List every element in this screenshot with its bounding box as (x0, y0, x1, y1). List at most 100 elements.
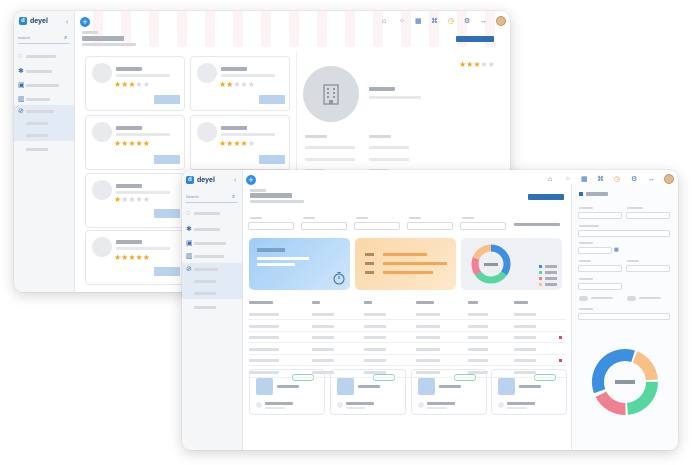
filter-input-4[interactable] (407, 222, 453, 230)
menu-icon-1[interactable]: ◌ (18, 53, 22, 60)
menu-item-4[interactable] (26, 98, 50, 101)
filter-input-3[interactable] (354, 222, 400, 230)
add-button[interactable]: + (246, 175, 256, 185)
grid-icon[interactable]: ⁘ (565, 176, 571, 183)
kpi-card-time[interactable] (249, 238, 350, 290)
menu-item-5[interactable] (26, 110, 54, 113)
submenu-item-2[interactable] (26, 134, 48, 137)
panel-select-4[interactable] (578, 283, 622, 290)
filter-input-1[interactable] (248, 222, 294, 230)
list-card-6[interactable]: ★★★★★ (85, 230, 185, 285)
filter-input-2[interactable] (301, 222, 347, 230)
menu-icon-4[interactable]: ▥ (18, 96, 25, 103)
menu-icon-4[interactable]: ▥ (186, 253, 193, 260)
kpi-card-list[interactable] (355, 238, 456, 290)
calendar-icon[interactable]: ▦ (614, 247, 619, 254)
submenu-item-2[interactable] (194, 292, 216, 295)
grid-icon[interactable]: ⁘ (399, 18, 405, 25)
list-card-5[interactable]: ★★★★★ (85, 173, 185, 228)
kpi-line-3 (383, 271, 433, 274)
user-avatar[interactable] (664, 174, 674, 184)
panel-select-1[interactable] (626, 212, 670, 219)
filter-input-5[interactable] (460, 222, 506, 230)
card-action-button[interactable] (154, 267, 180, 276)
table-cell (514, 313, 536, 316)
kpi-card-donut[interactable] (461, 238, 562, 290)
stopwatch-icon[interactable]: ◷ (614, 176, 620, 183)
user-avatar[interactable] (496, 16, 506, 26)
list-card-1[interactable]: ★★★★★ (85, 56, 185, 111)
submenu-item-3[interactable] (194, 306, 216, 309)
home-icon[interactable]: ⌂ (548, 176, 552, 183)
search-input[interactable]: search ⌕ (17, 35, 70, 44)
expand-icon[interactable]: ↔ (480, 18, 487, 25)
search-icon[interactable]: ⌕ (64, 35, 67, 42)
card-action-button[interactable] (154, 209, 180, 218)
menu-item-5[interactable] (194, 268, 218, 271)
panel-toggle-2[interactable] (627, 296, 636, 301)
user-settings-icon[interactable]: ⚙ (464, 18, 470, 25)
menu-item-2[interactable] (194, 228, 220, 231)
menu-icon-5[interactable]: ⊘ (18, 108, 24, 115)
table-cell (249, 336, 279, 339)
menu-icon-1[interactable]: ◌ (186, 210, 190, 217)
panel-input-3[interactable] (578, 247, 612, 254)
panel-input-1[interactable] (578, 212, 622, 219)
list-card-4[interactable]: ★★★★★ (190, 115, 290, 170)
home-icon[interactable]: ⌂ (382, 18, 386, 25)
menu-item-3[interactable] (26, 84, 59, 87)
table-cell (364, 336, 386, 339)
sidebar: d deyel ‹ search ⌕ ◌ ✱ ▣ ▥ ⊘ (14, 11, 75, 292)
summary-line-2 (346, 407, 366, 409)
search-placeholder: Search (186, 194, 199, 199)
panel-input-4[interactable] (578, 313, 670, 320)
bank-icon[interactable]: ⌘ (431, 18, 438, 25)
panel-select-2[interactable] (578, 265, 622, 272)
card-action-button[interactable] (259, 95, 285, 104)
menu-icon-3[interactable]: ▣ (186, 240, 193, 247)
legend-line-2 (545, 271, 557, 274)
user-settings-icon[interactable]: ⚙ (631, 176, 637, 183)
summary-toggle[interactable] (292, 374, 314, 381)
panel-toggle-1[interactable] (579, 296, 588, 301)
donut-chart-large (592, 349, 658, 415)
collapse-sidebar-icon[interactable]: ‹ (234, 177, 236, 184)
menu-icon-3[interactable]: ▣ (18, 82, 25, 89)
calendar-icon[interactable]: ▦ (415, 18, 422, 25)
panel-select-3[interactable] (626, 265, 670, 272)
menu-item-1[interactable] (194, 212, 220, 215)
menu-item-1[interactable] (26, 55, 56, 58)
list-card-3[interactable]: ★★★★★ (85, 115, 185, 170)
submenu-item-1[interactable] (26, 122, 48, 125)
filter-clear-link[interactable] (514, 223, 560, 226)
summary-toggle[interactable] (373, 374, 395, 381)
menu-item-3[interactable] (194, 242, 226, 245)
menu-icon-5[interactable]: ⊘ (186, 266, 192, 273)
stopwatch-icon[interactable]: ◷ (448, 18, 454, 25)
primary-action-button[interactable] (528, 194, 564, 200)
card-action-button[interactable] (259, 155, 285, 164)
add-button[interactable]: + (80, 17, 90, 27)
company-subtitle (369, 96, 421, 99)
collapse-sidebar-icon[interactable]: ‹ (66, 19, 68, 26)
primary-action-button[interactable] (456, 36, 494, 42)
legend-dot-4 (539, 283, 542, 286)
submenu-item-1[interactable] (194, 280, 216, 283)
submenu-item-3[interactable] (26, 148, 48, 151)
panel-input-2[interactable] (578, 230, 670, 237)
card-action-button[interactable] (154, 155, 180, 164)
panel-label-6 (627, 260, 639, 262)
calendar-icon[interactable]: ▦ (581, 176, 588, 183)
search-input[interactable]: Search ⌕ (185, 194, 238, 203)
list-card-2[interactable]: ★★★★★ (190, 56, 290, 111)
menu-icon-2[interactable]: ✱ (18, 68, 24, 75)
bank-icon[interactable]: ⌘ (597, 176, 604, 183)
expand-icon[interactable]: ↔ (648, 176, 655, 183)
menu-icon-2[interactable]: ✱ (186, 226, 192, 233)
menu-item-4[interactable] (194, 255, 224, 258)
card-action-button[interactable] (154, 95, 180, 104)
summary-toggle[interactable] (454, 374, 476, 381)
summary-toggle[interactable] (534, 374, 556, 381)
menu-item-2[interactable] (26, 70, 52, 73)
search-icon[interactable]: ⌕ (232, 194, 235, 201)
